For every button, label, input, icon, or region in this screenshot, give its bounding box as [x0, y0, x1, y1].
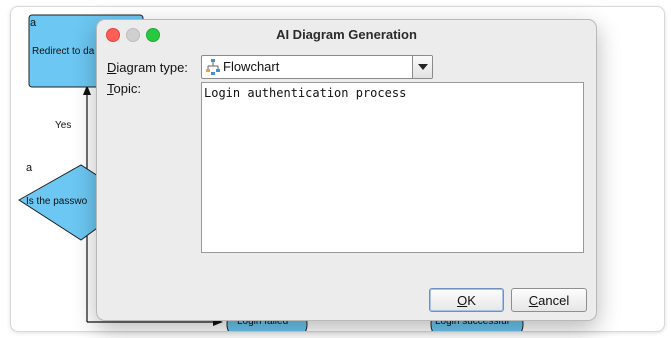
node-decision-label: Is the passwo: [26, 196, 88, 207]
node-redirect-label: Redirect to da: [32, 46, 95, 57]
edge-label-yes: Yes: [55, 120, 71, 131]
cancel-button[interactable]: Cancel: [511, 288, 587, 312]
ai-diagram-dialog: AI Diagram Generation Diagram type: Flow…: [96, 19, 597, 321]
corner-label-mid: a: [26, 162, 33, 174]
diagram-type-value: Flowchart: [223, 59, 280, 74]
ok-button[interactable]: OK: [429, 288, 504, 312]
flowchart-icon: [206, 59, 220, 75]
corner-label-top: a: [30, 17, 37, 29]
chevron-down-icon[interactable]: [412, 56, 432, 78]
dialog-title: AI Diagram Generation: [276, 27, 417, 42]
topic-textarea[interactable]: Login authentication process: [201, 82, 584, 253]
topic-label: Topic:: [107, 81, 141, 96]
dialog-titlebar[interactable]: AI Diagram Generation: [97, 20, 596, 48]
diagram-type-label: Diagram type:: [107, 60, 188, 75]
diagram-type-select[interactable]: Flowchart: [201, 55, 433, 79]
